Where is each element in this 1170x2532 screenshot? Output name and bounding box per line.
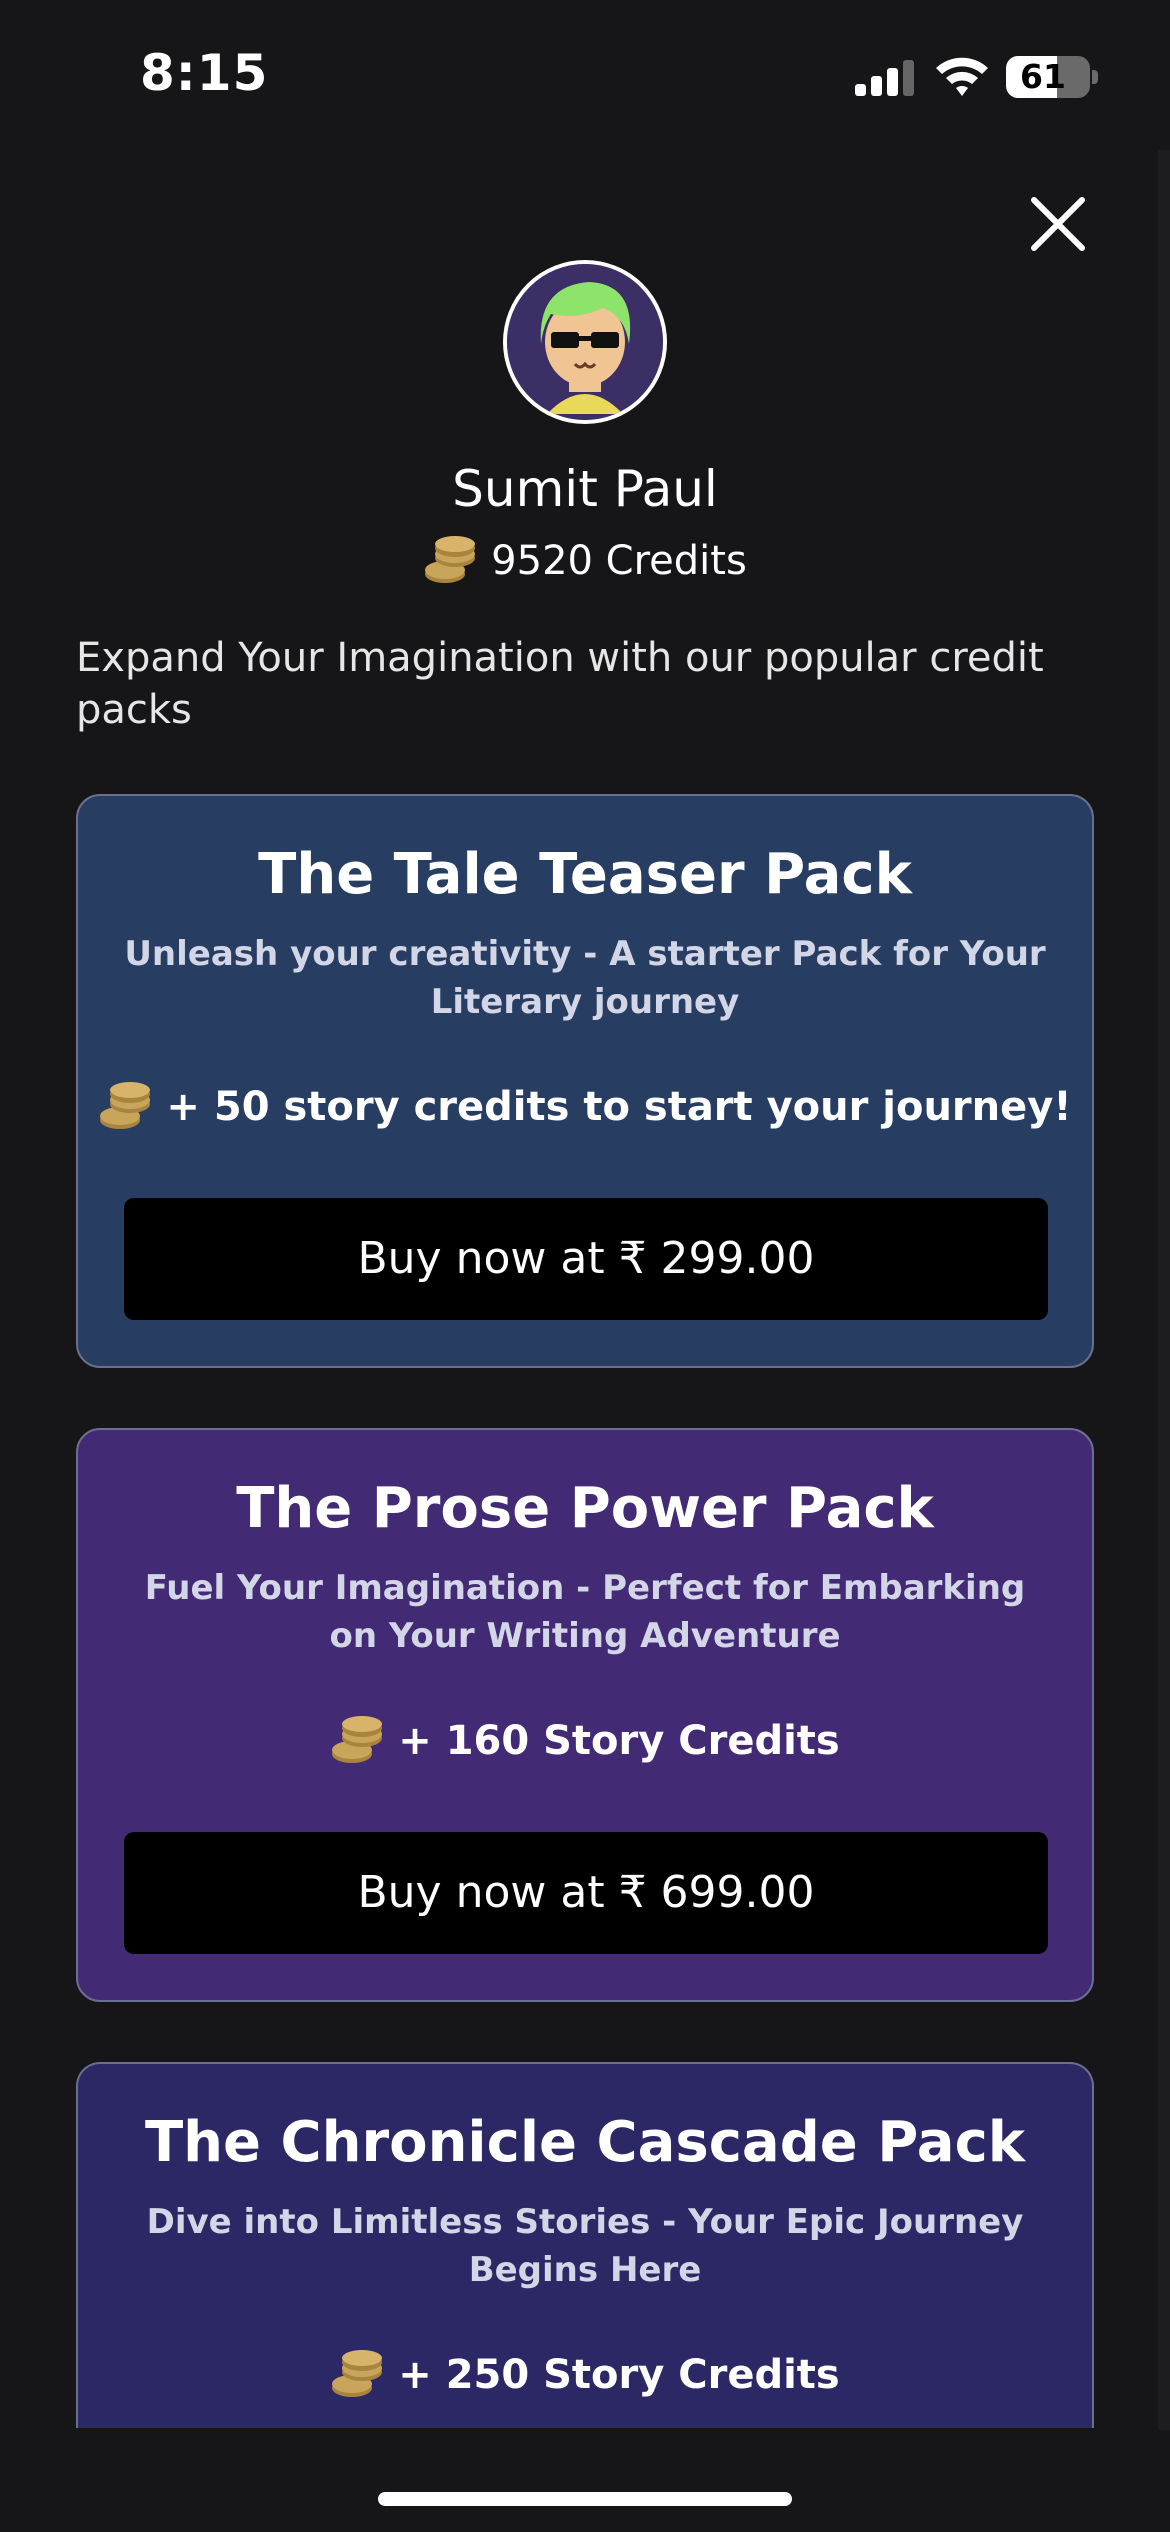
home-indicator[interactable]	[378, 2492, 792, 2506]
pack-credits: + 250 Story Credits	[78, 2350, 1092, 2400]
pack-credits-label: + 160 Story Credits	[398, 1718, 840, 1764]
status-time: 8:15	[140, 44, 269, 102]
pack-credits: + 160 Story Credits	[78, 1716, 1092, 1766]
pack-title: The Prose Power Pack	[236, 1476, 934, 1541]
coins-icon	[100, 1082, 151, 1129]
coins-icon	[332, 1716, 383, 1763]
avatar-icon	[507, 264, 663, 420]
battery-icon: 61	[1006, 56, 1090, 98]
battery-tip	[1092, 70, 1098, 84]
pack-card-chronicle-cascade: The Chronicle Cascade Pack Dive into Lim…	[76, 2062, 1094, 2428]
pack-description: Unleash your creativity - A starter Pack…	[124, 934, 1046, 1022]
coins-icon	[332, 2350, 383, 2397]
user-name: Sumit Paul	[452, 460, 718, 518]
pack-title: The Tale Teaser Pack	[258, 842, 912, 907]
pack-card-prose-power: The Prose Power Pack Fuel Your Imaginati…	[76, 1428, 1094, 2002]
coins-icon	[425, 536, 476, 583]
pack-credits-label: + 250 Story Credits	[398, 2352, 840, 2398]
pack-credits: + 50 story credits to start your journey…	[78, 1082, 1092, 1132]
credit-count: 9520 Credits	[491, 538, 747, 584]
intro-text: Expand Your Imagination with our popular…	[76, 635, 1044, 733]
pack-description: Fuel Your Imagination - Perfect for Emba…	[144, 1568, 1026, 1656]
pack-credits-label: + 50 story credits to start your journey…	[166, 1084, 1072, 1130]
buy-button-tale-teaser[interactable]: Buy now at ₹ 299.00	[124, 1198, 1048, 1320]
battery-level: 61	[1020, 57, 1066, 96]
close-icon[interactable]	[1026, 192, 1090, 256]
pack-description: Dive into Limitless Stories - Your Epic …	[146, 2202, 1024, 2290]
avatar	[503, 260, 667, 424]
cellular-signal-icon	[855, 60, 915, 96]
buy-button-prose-power[interactable]: Buy now at ₹ 699.00	[124, 1832, 1048, 1954]
pack-title: The Chronicle Cascade Pack	[144, 2110, 1026, 2175]
pack-card-tale-teaser: The Tale Teaser Pack Unleash your creati…	[76, 794, 1094, 1368]
wifi-icon	[936, 57, 988, 96]
credit-balance: 9520 Credits	[0, 536, 1170, 586]
status-bar: 8:15 61	[0, 0, 1170, 150]
